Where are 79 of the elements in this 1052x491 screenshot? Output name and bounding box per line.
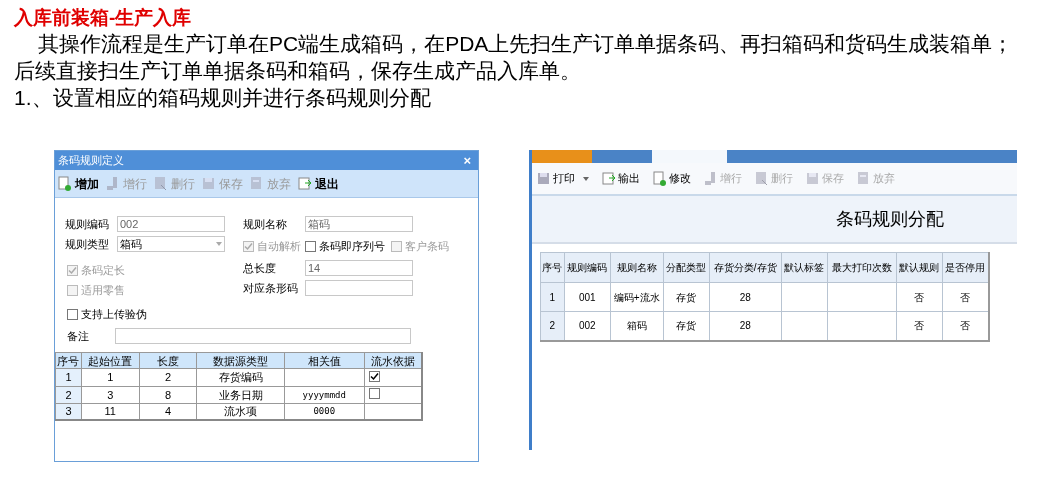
column-header: 规则编码 xyxy=(564,252,611,283)
delete-row-icon xyxy=(754,171,769,186)
paragraph-line: 其操作流程是生产订单在PC端生成箱码，在PDA上先扫生产订单单据条码、再扫箱码和货码生成装箱单； xyxy=(37,31,1015,57)
column-header: 相关值 xyxy=(284,352,365,369)
exit-icon xyxy=(297,176,312,191)
printer-icon xyxy=(536,171,551,186)
text-field[interactable]: 002 xyxy=(117,216,225,232)
table-cell: yyyymmdd xyxy=(284,386,365,404)
text-field[interactable] xyxy=(115,328,411,344)
checkbox[interactable] xyxy=(305,240,316,252)
column-header: 数据源类型 xyxy=(196,352,285,369)
table-cell: 8 xyxy=(139,386,197,404)
table-cell xyxy=(827,282,897,312)
checkbox-label: 支持上传验伪 xyxy=(81,307,147,322)
toolbar-button[interactable]: 退出 xyxy=(297,174,339,193)
checkbox[interactable] xyxy=(368,371,380,382)
delete-row-icon xyxy=(153,176,168,191)
toolbar-button[interactable]: 增加 xyxy=(57,174,99,193)
discard-icon xyxy=(249,176,264,191)
text-field[interactable]: 14 xyxy=(305,260,413,276)
table-cell: 2 xyxy=(139,368,197,386)
checkbox-label: 条码即序列号 xyxy=(319,239,385,254)
row-number: 2 xyxy=(540,311,565,341)
column-header: 存货分类/存货 xyxy=(709,252,782,283)
dropdown-caret-icon xyxy=(216,242,222,246)
toolbar-button[interactable]: 输出 xyxy=(601,170,640,187)
table-cell: 业务日期 xyxy=(196,386,285,404)
checkbox-label: 客户条码 xyxy=(405,239,449,254)
field-label: 总长度 xyxy=(243,261,276,276)
field-label: 备注 xyxy=(67,329,89,344)
table-cell: 存货编码 xyxy=(196,368,285,386)
toolbar-button[interactable]: 修改 xyxy=(652,170,691,187)
column-header: 流水依据 xyxy=(364,352,422,369)
field-label: 规则名称 xyxy=(243,217,287,232)
add-row-icon xyxy=(703,171,718,186)
table-cell: 28 xyxy=(709,282,782,312)
table-cell: 1 xyxy=(81,368,140,386)
step-text: 1.、设置相应的箱码规则并进行条码规则分配 xyxy=(14,85,432,111)
column-header: 默认规则 xyxy=(896,252,943,283)
checkbox-label: 自动解析 xyxy=(257,239,301,254)
checkbox[interactable] xyxy=(67,308,78,320)
column-header: 最大打印次数 xyxy=(827,252,897,283)
table-cell: 3 xyxy=(81,386,140,404)
add-row-icon xyxy=(105,176,120,191)
column-header: 序号 xyxy=(540,252,565,283)
checkbox-label: 适用零售 xyxy=(81,283,125,298)
select-field[interactable]: 箱码 xyxy=(117,236,225,252)
close-button[interactable]: × xyxy=(459,154,475,167)
table-cell: 编码+流水 xyxy=(610,282,664,312)
row-number: 1 xyxy=(540,282,565,312)
table-cell: 否 xyxy=(896,282,943,312)
column-header: 长度 xyxy=(139,352,197,369)
checkbox-label: 条码定长 xyxy=(81,263,125,278)
new-file-icon xyxy=(57,176,72,191)
discard-icon xyxy=(856,171,871,186)
toolbar-button[interactable]: 打印 xyxy=(536,170,589,187)
column-header: 起始位置 xyxy=(81,352,140,369)
heading: 入库前装箱-生产入库 xyxy=(14,6,193,30)
window-title: 条码规则定义 xyxy=(58,153,124,169)
paragraph-line: 后续直接扫生产订单单据条码和箱码，保存生成产品入库单。 xyxy=(14,58,582,84)
field-label: 规则类型 xyxy=(65,237,109,252)
column-header: 序号 xyxy=(55,352,82,369)
column-header: 分配类型 xyxy=(663,252,710,283)
table-cell: 存货 xyxy=(663,282,710,312)
export-icon xyxy=(601,171,616,186)
page-title: 条码规则分配 xyxy=(835,207,944,231)
field-label: 规则编码 xyxy=(65,217,109,232)
text-field[interactable] xyxy=(305,280,413,296)
checkbox[interactable] xyxy=(368,387,380,399)
column-header: 默认标签 xyxy=(781,252,828,283)
edit-icon xyxy=(652,171,667,186)
save-icon xyxy=(805,171,820,186)
field-label: 对应条形码 xyxy=(243,281,298,296)
table-cell: 001 xyxy=(564,282,611,312)
save-icon xyxy=(201,176,216,191)
text-field[interactable]: 箱码 xyxy=(305,216,413,232)
table-cell xyxy=(781,282,828,312)
column-header: 是否停用 xyxy=(942,252,989,283)
column-header: 规则名称 xyxy=(610,252,664,283)
